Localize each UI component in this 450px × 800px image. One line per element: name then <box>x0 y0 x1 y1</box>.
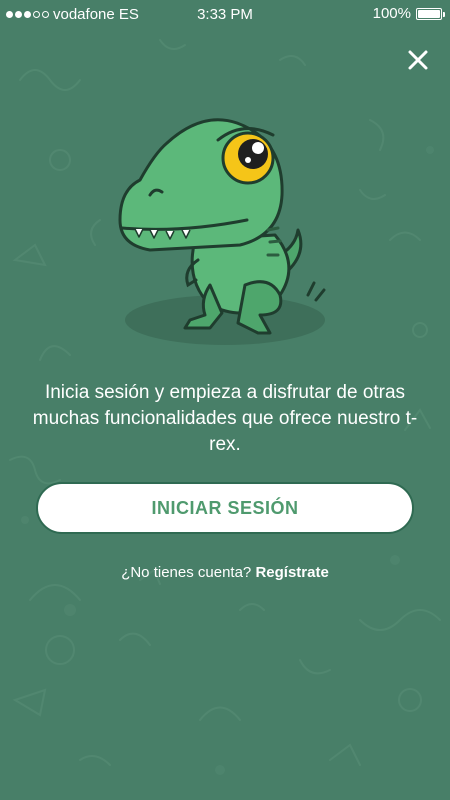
register-prompt: ¿No tienes cuenta? <box>121 564 252 581</box>
register-line: ¿No tienes cuenta? Regístrate <box>0 564 450 581</box>
login-button[interactable]: INICIAR SESIÓN <box>36 482 414 534</box>
login-message: Inicia sesión y empieza a disfrutar de o… <box>32 382 418 455</box>
login-button-label: INICIAR SESIÓN <box>151 497 299 518</box>
status-right: 100% <box>372 5 445 22</box>
battery-icon <box>416 7 445 20</box>
t-rex-mascot-icon <box>118 118 326 345</box>
status-bar: vodafone ES 3:33 PM 100% <box>0 0 450 30</box>
close-button[interactable] <box>400 42 436 78</box>
battery-fill <box>418 9 440 18</box>
register-link[interactable]: Regístrate <box>255 564 328 581</box>
battery-percent: 100% <box>372 5 411 22</box>
close-icon <box>408 50 428 70</box>
login-prompt-screen: vodafone ES 3:33 PM 100% Inicia sesión y… <box>0 0 450 800</box>
